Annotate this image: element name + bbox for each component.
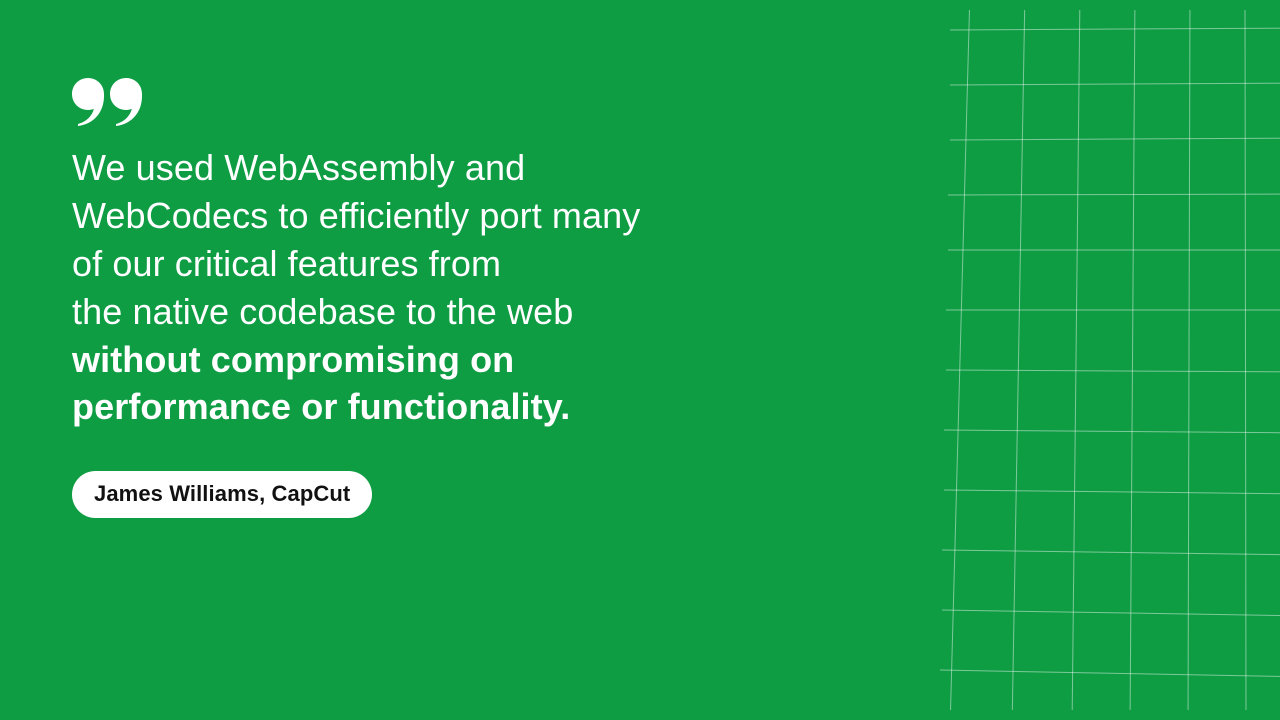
quote-line-2: WebCodecs to efficiently port many [72, 195, 640, 236]
background-grid-decoration [930, 10, 1280, 710]
quote-bold-line-1: without compromising on [72, 339, 514, 380]
quote-text: We used WebAssembly and WebCodecs to eff… [72, 144, 792, 431]
quote-card: We used WebAssembly and WebCodecs to eff… [0, 0, 1280, 720]
quote-line-3: of our critical features from [72, 243, 501, 284]
open-quote-icon [72, 78, 142, 126]
quote-bold-line-2: performance or functionality. [72, 386, 570, 427]
quote-line-1: We used WebAssembly and [72, 147, 525, 188]
attribution-pill: James Williams, CapCut [72, 471, 372, 518]
quote-content: We used WebAssembly and WebCodecs to eff… [72, 78, 792, 518]
quote-line-4: the native codebase to the web [72, 291, 573, 332]
attribution-text: James Williams, CapCut [94, 481, 350, 506]
